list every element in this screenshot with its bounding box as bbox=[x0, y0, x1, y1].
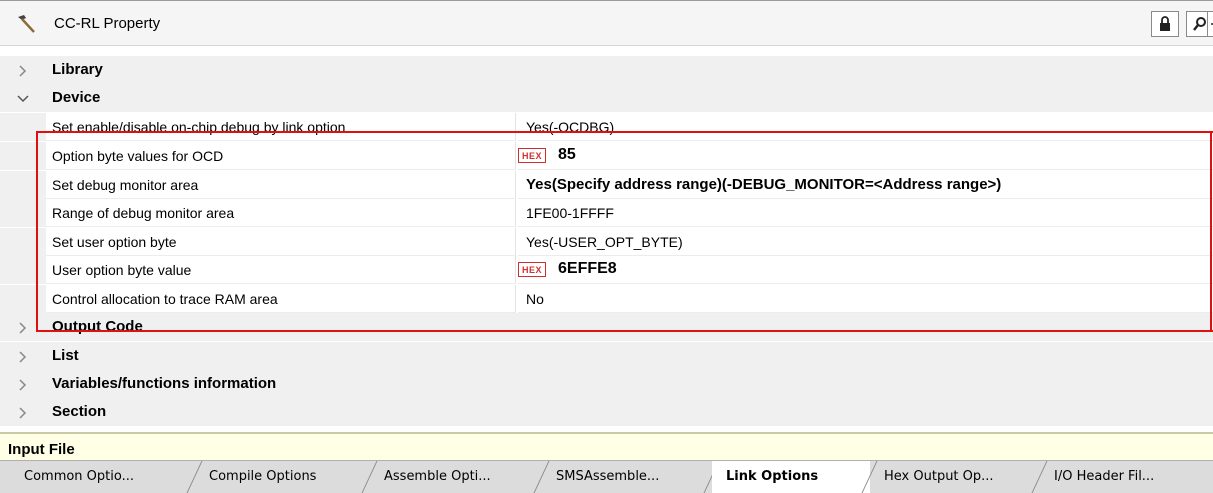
tab-link-options[interactable]: Link Options bbox=[712, 461, 878, 493]
tab-label: Compile Options bbox=[209, 469, 317, 484]
chevron-right-icon[interactable] bbox=[15, 63, 31, 79]
property-name-cell: Set enable/disable on-chip debug by link… bbox=[46, 113, 516, 141]
property-name-cell: Control allocation to trace RAM area bbox=[46, 285, 516, 313]
row-gutter bbox=[0, 285, 46, 313]
property-row[interactable]: Set enable/disable on-chip debug by link… bbox=[0, 113, 1213, 141]
row-gutter bbox=[0, 171, 46, 199]
chevron-right-icon[interactable] bbox=[15, 405, 31, 421]
tab-common-options[interactable]: Common Optio... bbox=[10, 461, 203, 493]
tab-label: SMSAssemble... bbox=[556, 469, 660, 484]
lock-button[interactable] bbox=[1151, 11, 1179, 37]
property-name-cell: Set debug monitor area bbox=[46, 171, 516, 199]
red-highlight-edge bbox=[1210, 131, 1212, 332]
property-grid: Library Device Set enable/disable on-chi… bbox=[0, 46, 1213, 430]
property-value: 85 bbox=[558, 146, 576, 163]
property-value-cell[interactable]: HEX 85 bbox=[518, 142, 1213, 170]
panel-title: CC-RL Property bbox=[54, 15, 161, 32]
property-name: Set enable/disable on-chip debug by link… bbox=[52, 119, 346, 135]
lock-icon bbox=[1158, 16, 1172, 32]
search-icon bbox=[1192, 16, 1208, 32]
category-list[interactable]: List bbox=[0, 342, 1213, 370]
tab-smsassemble[interactable]: SMSAssemble... bbox=[542, 461, 720, 493]
category-variables[interactable]: Variables/functions information bbox=[0, 370, 1213, 398]
tab-label: Assemble Opti... bbox=[384, 469, 491, 484]
property-value: Yes(Specify address range)(-DEBUG_MONITO… bbox=[526, 176, 1002, 193]
property-name-cell: Set user option byte bbox=[46, 228, 516, 256]
tab-label: Hex Output Op... bbox=[884, 469, 994, 484]
panel-title-bar: CC-RL Property bbox=[0, 0, 1213, 46]
property-value: No bbox=[526, 291, 544, 307]
minimize-button[interactable] bbox=[1207, 11, 1213, 37]
property-value-cell[interactable]: No bbox=[518, 285, 1213, 313]
property-name-cell: User option byte value bbox=[46, 256, 516, 284]
row-gutter bbox=[0, 113, 46, 141]
hex-badge-icon: HEX bbox=[518, 148, 546, 163]
chevron-down-icon[interactable] bbox=[15, 91, 31, 107]
category-label: List bbox=[52, 347, 79, 364]
category-label: Section bbox=[52, 403, 107, 420]
category-device[interactable]: Device bbox=[0, 84, 1213, 112]
category-library[interactable]: Library bbox=[0, 56, 1213, 84]
property-name: User option byte value bbox=[52, 262, 192, 278]
tab-label: Link Options bbox=[726, 469, 819, 484]
property-row[interactable]: Set debug monitor area Yes(Specify addre… bbox=[0, 171, 1213, 199]
category-label: Library bbox=[52, 61, 103, 78]
row-gutter bbox=[0, 199, 46, 227]
property-name: Option byte values for OCD bbox=[52, 148, 224, 164]
property-value: Yes(-OCDBG) bbox=[526, 119, 615, 135]
property-value-cell[interactable]: Yes(-OCDBG) bbox=[518, 113, 1213, 141]
property-name: Set debug monitor area bbox=[52, 177, 199, 193]
row-gutter bbox=[0, 142, 46, 170]
property-row[interactable]: Set user option byte Yes(-USER_OPT_BYTE) bbox=[0, 228, 1213, 256]
tab-hex-output-options[interactable]: Hex Output Op... bbox=[870, 461, 1048, 493]
category-label: Variables/functions information bbox=[52, 375, 277, 392]
minimize-icon bbox=[1209, 16, 1213, 32]
property-name: Control allocation to trace RAM area bbox=[52, 291, 278, 307]
tab-label: Common Optio... bbox=[24, 469, 134, 484]
category-label: Device bbox=[52, 89, 101, 106]
row-gutter bbox=[0, 256, 46, 284]
category-output-code[interactable]: Output Code bbox=[0, 313, 1213, 341]
property-row[interactable]: Option byte values for OCD HEX 85 bbox=[0, 142, 1213, 170]
property-name: Range of debug monitor area bbox=[52, 205, 235, 221]
chevron-right-icon[interactable] bbox=[15, 320, 31, 336]
property-value-cell[interactable]: Yes(-USER_OPT_BYTE) bbox=[518, 228, 1213, 256]
property-name-cell: Option byte values for OCD bbox=[46, 142, 516, 170]
property-row[interactable]: Range of debug monitor area 1FE00-1FFFF bbox=[0, 199, 1213, 227]
hammer-icon bbox=[14, 12, 38, 36]
tab-assemble-options[interactable]: Assemble Opti... bbox=[370, 461, 550, 493]
hex-badge-icon: HEX bbox=[518, 262, 546, 277]
category-label: Output Code bbox=[52, 318, 143, 335]
property-value-cell[interactable]: HEX 6EFFE8 bbox=[518, 256, 1213, 284]
property-value: 6EFFE8 bbox=[558, 260, 617, 277]
category-section[interactable]: Section bbox=[0, 398, 1213, 426]
tab-strip: Common Optio... Compile Options Assemble… bbox=[0, 460, 1213, 493]
row-gutter bbox=[0, 228, 46, 256]
description-title: Input File bbox=[8, 441, 75, 458]
property-value: Yes(-USER_OPT_BYTE) bbox=[526, 234, 683, 250]
property-value-cell[interactable]: 1FE00-1FFFF bbox=[518, 199, 1213, 227]
property-name: Set user option byte bbox=[52, 234, 177, 250]
property-name-cell: Range of debug monitor area bbox=[46, 199, 516, 227]
tab-compile-options[interactable]: Compile Options bbox=[195, 461, 378, 493]
chevron-right-icon[interactable] bbox=[15, 377, 31, 393]
property-row[interactable]: Control allocation to trace RAM area No bbox=[0, 285, 1213, 313]
tab-io-header-file[interactable]: I/O Header Fil... bbox=[1040, 461, 1213, 493]
property-row[interactable]: User option byte value HEX 6EFFE8 bbox=[0, 256, 1213, 284]
description-panel: Input File bbox=[0, 432, 1213, 460]
property-value: 1FE00-1FFFF bbox=[526, 205, 614, 221]
tab-label: I/O Header Fil... bbox=[1054, 469, 1155, 484]
chevron-right-icon[interactable] bbox=[15, 349, 31, 365]
property-value-cell[interactable]: Yes(Specify address range)(-DEBUG_MONITO… bbox=[518, 171, 1213, 199]
